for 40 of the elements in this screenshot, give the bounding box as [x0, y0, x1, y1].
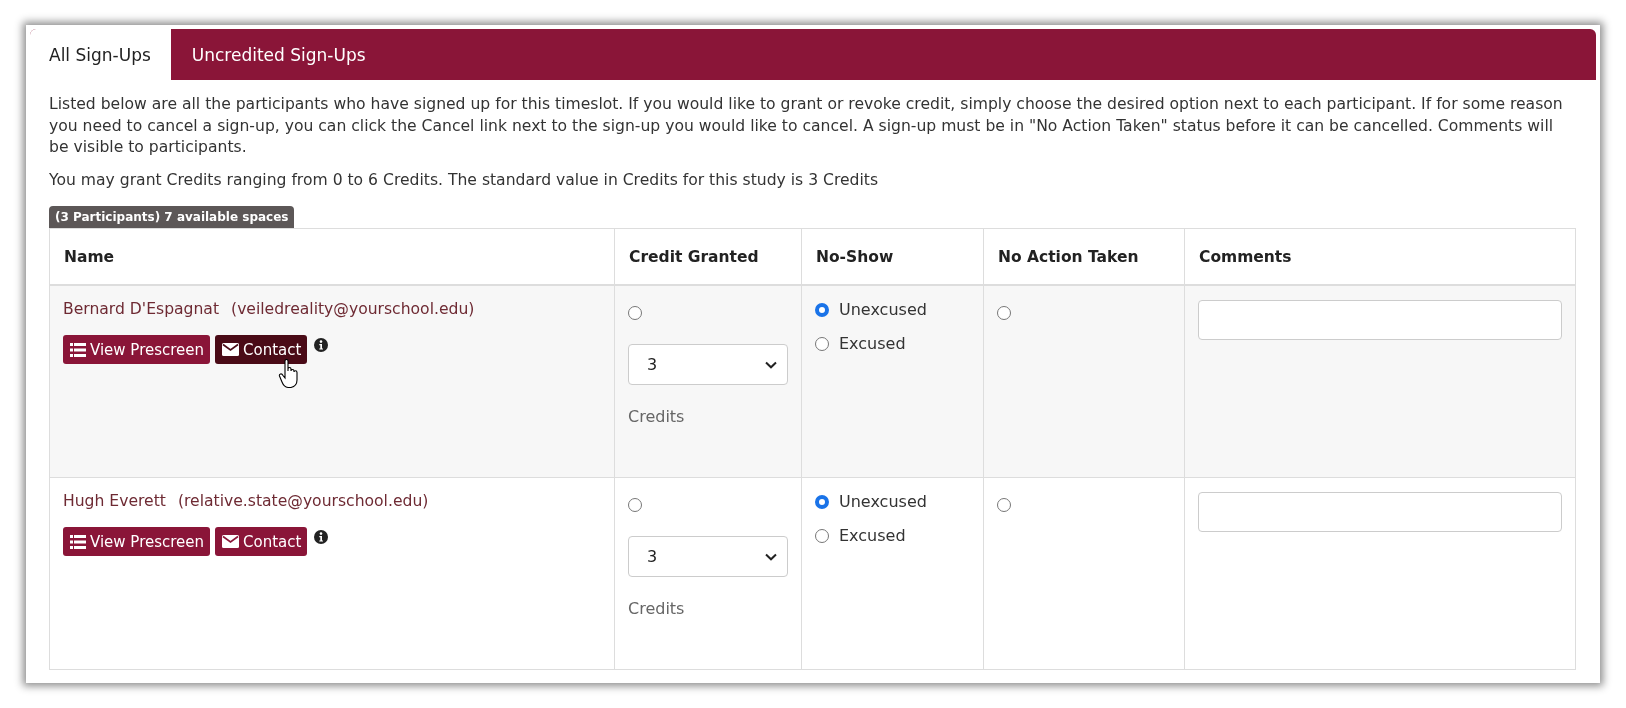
participant-name: Bernard D'Espagnat: [63, 300, 220, 318]
tab[interactable]: All Sign-Ups: [30, 29, 171, 80]
credit-granted-radio[interactable]: [628, 498, 642, 512]
view-prescreen-button[interactable]: View Prescreen: [63, 527, 211, 556]
chevron-down-icon: [765, 360, 777, 369]
contact-button[interactable]: Contact: [215, 335, 308, 364]
credits-dropdown[interactable]: 3: [628, 344, 788, 385]
participant-email: (relative.state@yourschool.edu): [177, 492, 429, 510]
envelope-icon: [222, 343, 240, 356]
tab[interactable]: Uncredited Sign-Ups: [170, 29, 387, 80]
credit-range-text: You may grant Credits ranging from 0 to 6 Credits. The standard value in Credits for this study is 3 Credits: [49, 169, 880, 191]
no-action-radio[interactable]: [997, 498, 1011, 512]
credits-label: Credits: [628, 407, 686, 426]
radio-label: Excused: [839, 334, 906, 353]
list-icon: [70, 534, 86, 549]
comments-field[interactable]: [1198, 492, 1562, 532]
no-show-radio[interactable]: [815, 528, 829, 543]
radio-label: Unexcused: [839, 492, 927, 511]
info-icon[interactable]: [314, 530, 329, 544]
credits-label: Credits: [628, 599, 686, 618]
credit-granted-radio[interactable]: [628, 306, 642, 320]
participant-name: Hugh Everett: [63, 492, 166, 510]
list-icon: [70, 342, 86, 357]
no-action-radio[interactable]: [997, 306, 1011, 320]
participants-badge: (3 Participants) 7 available spaces: [49, 206, 295, 228]
no-show-radio[interactable]: [815, 302, 829, 317]
contact-button[interactable]: Contact: [215, 527, 308, 556]
comments-field[interactable]: [1198, 300, 1562, 340]
hand-cursor-icon: [278, 359, 300, 389]
chevron-down-icon: [765, 552, 777, 561]
view-prescreen-button[interactable]: View Prescreen: [63, 335, 211, 364]
radio-label: Unexcused: [839, 300, 927, 319]
radio-label: Excused: [839, 526, 906, 545]
participant-email: (veiledreality@yourschool.edu): [231, 300, 475, 318]
instructions-text: Listed below are all the participants who have signed up for this timeslot. If you would like to grant or revoke credit, simply choose the desired option next to each participant. If for some reason you need to cancel a sign-up, you can click the Cancel link next to the sign-up you would like to cancel. A sign-up must be in "No Action Taken" status before it can be cancelled. Comments will be visible to participants.: [49, 94, 1564, 158]
info-icon[interactable]: [314, 338, 329, 352]
credits-dropdown[interactable]: 3: [628, 536, 788, 577]
no-show-radio[interactable]: [815, 494, 829, 509]
no-show-radio[interactable]: [815, 336, 829, 351]
envelope-icon: [222, 535, 240, 548]
